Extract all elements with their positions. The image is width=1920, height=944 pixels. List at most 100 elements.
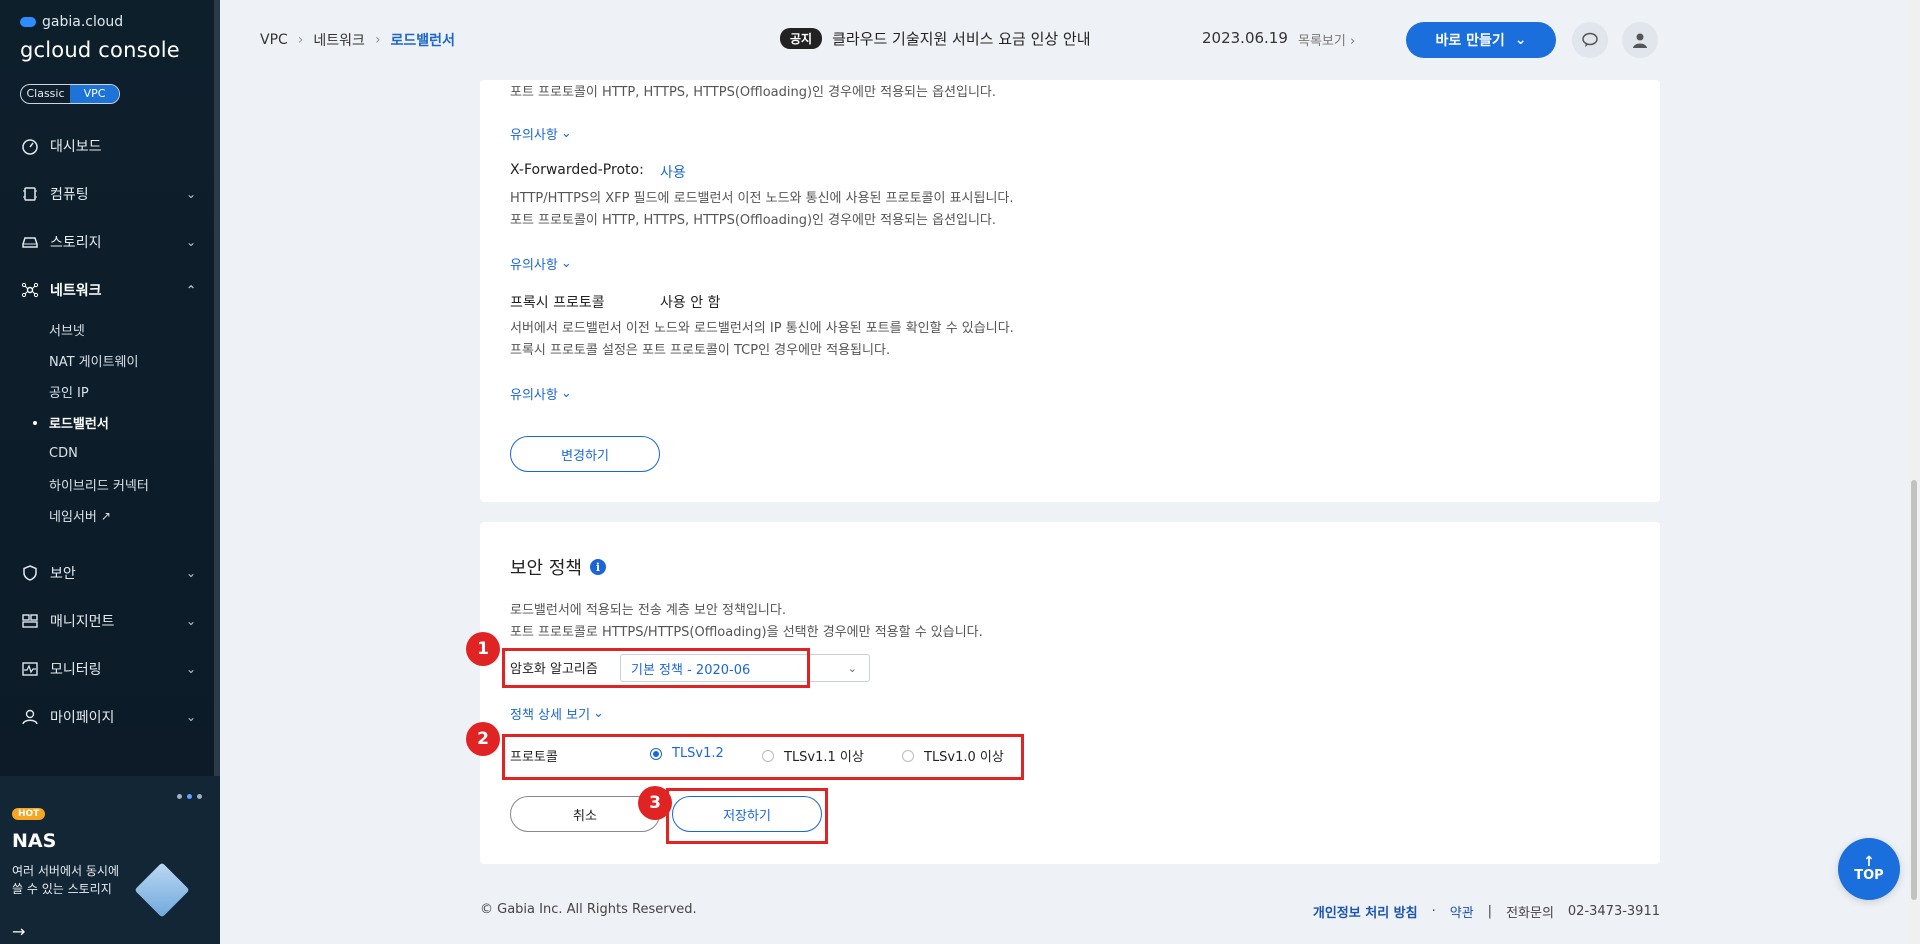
main-scrollbar-thumb[interactable] xyxy=(1911,480,1917,900)
step-marker-1: 1 xyxy=(466,632,500,666)
network-icon xyxy=(20,280,40,300)
chevron-down-icon: ⌄ xyxy=(185,235,196,249)
sidebar-scrollbar[interactable] xyxy=(214,0,220,840)
sidebar-subitem-hybrid-connector[interactable]: 하이브리드 커넥터 xyxy=(49,469,220,500)
chevron-up-icon: ⌃ xyxy=(185,283,196,297)
promo-title: NAS xyxy=(12,830,57,852)
step-marker-2: 2 xyxy=(466,722,500,756)
sidebar-subitem-cdn[interactable]: CDN xyxy=(49,438,220,469)
sidebar-subitem-subnet[interactable]: 서브넷 xyxy=(49,314,220,345)
scroll-top-button[interactable]: ↑ TOP xyxy=(1838,838,1900,900)
contact-number: 02-3473-3911 xyxy=(1567,904,1660,919)
chevron-right-icon: › xyxy=(1345,34,1356,49)
promo-desc: 여러 서버에서 동시에 쓸 수 있는 스토리지 xyxy=(12,864,119,896)
quick-create-button[interactable]: 바로 만들기 ⌄ xyxy=(1406,22,1556,58)
breadcrumb-vpc[interactable]: VPC xyxy=(260,32,288,48)
breadcrumb-separator: › xyxy=(374,32,381,48)
user-icon xyxy=(20,707,40,727)
sidebar-nav: 대시보드 컴퓨팅 ⌄ 스토리지 ⌄ 네트워크 ⌃ 서브넷 NAT 게이트웨이 공… xyxy=(0,122,220,741)
chip-icon xyxy=(20,184,40,204)
sidebar-item-label: 모니터링 xyxy=(50,662,102,678)
chevron-down-icon: ⌄ xyxy=(560,386,572,401)
chevron-down-icon: ⌄ xyxy=(185,710,196,724)
carousel-dots[interactable] xyxy=(177,794,202,799)
shield-icon xyxy=(20,563,40,583)
sidebar-item-computing[interactable]: 컴퓨팅 ⌄ xyxy=(0,170,220,218)
section-title: 보안 정책 i xyxy=(510,554,606,580)
xfp-value: 사용 xyxy=(660,165,686,181)
toggle-vpc[interactable]: VPC xyxy=(70,85,119,103)
notice-badge: 공지 xyxy=(780,28,823,49)
sidebar-item-mypage[interactable]: 마이페이지 ⌄ xyxy=(0,693,220,741)
brand-title[interactable]: gcloud console xyxy=(20,38,180,62)
network-submenu: 서브넷 NAT 게이트웨이 공인 IP 로드밸런서 CDN 하이브리드 커넥터 … xyxy=(0,314,220,531)
promo-banner[interactable]: HOT NAS 여러 서버에서 동시에 쓸 수 있는 스토리지 → xyxy=(0,776,220,944)
xfp-desc-2: 포트 프로토콜이 HTTP, HTTPS, HTTPS(Offloading)인… xyxy=(510,213,997,228)
sidebar-item-label: 스토리지 xyxy=(50,235,102,251)
chevron-down-icon: ⌄ xyxy=(560,256,572,271)
sidebar-item-storage[interactable]: 스토리지 ⌄ xyxy=(0,218,220,266)
notice-date: 2023.06.19 xyxy=(1202,29,1288,47)
breadcrumb-current: 로드밸런서 xyxy=(390,33,455,49)
sidebar-subitem-nat-gateway[interactable]: NAT 게이트웨이 xyxy=(49,345,220,376)
external-link-icon: ↗ xyxy=(100,508,111,523)
toggle-classic[interactable]: Classic xyxy=(21,85,70,103)
proxy-label: 프록시 프로토콜 xyxy=(510,295,605,311)
breadcrumb-separator: › xyxy=(297,32,304,48)
sidebar-item-label: 보안 xyxy=(50,566,76,582)
sidebar-item-security[interactable]: 보안 ⌄ xyxy=(0,549,220,597)
chevron-down-icon: ⌄ xyxy=(185,566,196,580)
arrow-up-icon: ↑ xyxy=(1863,853,1875,870)
proxy-value: 사용 안 함 xyxy=(660,295,721,311)
chevron-down-icon: ⌄ xyxy=(185,614,196,628)
info-icon[interactable]: i xyxy=(589,559,606,575)
policy-detail-link[interactable]: 정책 상세 보기 ⌄ xyxy=(510,704,604,723)
brand-logo[interactable]: gabia.cloud xyxy=(20,14,123,30)
privacy-link[interactable]: 개인정보 처리 방침 xyxy=(1313,902,1418,921)
footer-divider: | xyxy=(1487,904,1493,919)
arrow-right-icon[interactable]: → xyxy=(12,922,25,941)
caution-toggle[interactable]: 유의사항 ⌄ xyxy=(510,124,572,143)
caution-toggle[interactable]: 유의사항 ⌄ xyxy=(510,384,572,403)
sidebar-subitem-public-ip[interactable]: 공인 IP xyxy=(49,376,220,407)
quick-create-label: 바로 만들기 xyxy=(1435,33,1505,49)
xfp-label: X-Forwarded-Proto: xyxy=(510,162,644,178)
sidebar-item-label: 네트워크 xyxy=(50,283,102,299)
main-scrollbar[interactable] xyxy=(1908,0,1920,944)
hot-badge: HOT xyxy=(12,808,46,820)
change-button[interactable]: 변경하기 xyxy=(510,436,660,472)
sidebar-item-label: 매니지먼트 xyxy=(50,614,115,630)
notice-text[interactable]: 클라우드 기술지원 서비스 요금 인상 안내 xyxy=(832,28,1090,49)
sidebar-item-network[interactable]: 네트워크 ⌃ xyxy=(0,266,220,314)
notice-list-link[interactable]: 목록보기 › xyxy=(1298,30,1355,49)
chat-button[interactable] xyxy=(1572,22,1608,58)
copyright: © Gabia Inc. All Rights Reserved. xyxy=(480,902,697,917)
chevron-down-icon: ⌄ xyxy=(1514,32,1527,48)
caution-label: 유의사항 xyxy=(510,388,558,403)
terms-link[interactable]: 약관 xyxy=(1450,902,1474,921)
sidebar-subitem-load-balancer[interactable]: 로드밸런서 xyxy=(33,407,220,438)
sidebar-item-monitoring[interactable]: 모니터링 ⌄ xyxy=(0,645,220,693)
highlight-box-save xyxy=(666,788,828,844)
chevron-down-icon: ⌄ xyxy=(847,662,857,675)
sidebar: gabia.cloud gcloud console Classic VPC 대… xyxy=(0,0,220,944)
security-desc-2: 포트 프로토콜로 HTTPS/HTTPS(Offloading)을 선택한 경우… xyxy=(510,625,983,640)
security-policy-panel: 보안 정책 i 로드밸런서에 적용되는 전송 계층 보안 정책입니다. 포트 프… xyxy=(466,522,1660,864)
sidebar-subitem-nameserver[interactable]: 네임서버 ↗ xyxy=(49,500,220,531)
breadcrumb-network[interactable]: 네트워크 xyxy=(313,30,365,50)
user-icon xyxy=(1633,33,1647,48)
caution-label: 유의사항 xyxy=(510,128,558,143)
option-note: 포트 프로토콜이 HTTP, HTTPS, HTTPS(Offloading)인… xyxy=(510,85,997,100)
monitor-icon xyxy=(20,659,40,679)
account-button[interactable] xyxy=(1622,22,1658,58)
caution-toggle[interactable]: 유의사항 ⌄ xyxy=(510,254,572,273)
sidebar-item-dashboard[interactable]: 대시보드 xyxy=(0,122,220,170)
notice-banner[interactable]: 공지 클라우드 기술지원 서비스 요금 인상 안내 xyxy=(780,28,1091,49)
notice-list-label: 목록보기 xyxy=(1298,34,1346,49)
section-title-text: 보안 정책 xyxy=(510,558,582,579)
sidebar-item-management[interactable]: 매니지먼트 ⌄ xyxy=(0,597,220,645)
classic-vpc-toggle[interactable]: Classic VPC xyxy=(20,84,120,104)
proxy-desc-2: 프록시 프로토콜 설정은 포트 프로토콜이 TCP인 경우에만 적용됩니다. xyxy=(510,343,891,358)
highlight-box-protocol xyxy=(502,734,1024,780)
step-marker-3: 3 xyxy=(638,786,672,820)
